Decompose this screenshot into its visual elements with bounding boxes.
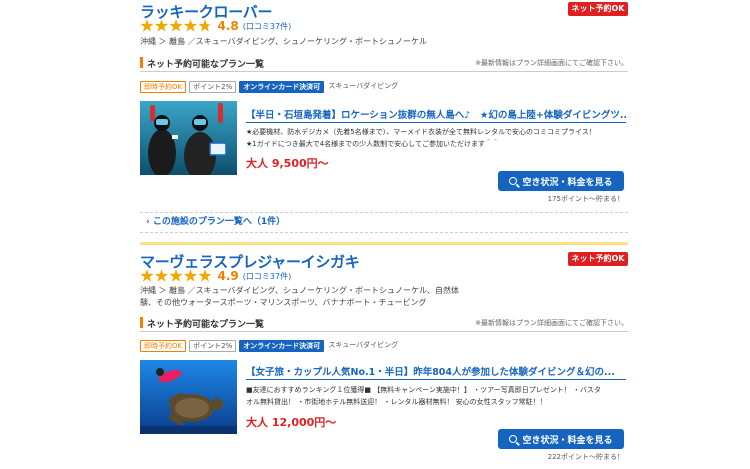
plan-description: ★必要機材、防水デジカメ（先着5名様まで）、マーメイド衣装が全て無料レンタルで安…	[246, 126, 626, 150]
tag-instant-booking: 即時予約OK	[140, 339, 187, 352]
plan-photo[interactable]	[140, 101, 237, 175]
plan-title-link[interactable]: 【女子旅・カップル人気No.1・半日】昨年804人が参加した体験ダイビング＆幻の…	[246, 364, 626, 380]
points-earned: 175ポイント〜貯まる！	[547, 195, 624, 203]
plan-description: ■友達におすすめランキング１位獲得■ 【無料キャンペーン実施中！】 ・ツアー写真…	[246, 384, 626, 408]
star-icon	[140, 269, 154, 282]
star-icon	[198, 269, 212, 282]
points-earned: 222ポイント〜貯まる！	[547, 453, 624, 461]
facility-plan-list-link[interactable]: › この施設のプラン一覧へ（1件）	[140, 212, 628, 233]
star-icon	[154, 19, 169, 32]
search-icon	[509, 435, 518, 443]
net-booking-badge: ネット予約OK	[568, 2, 628, 16]
tag-online-payment: オンラインカード決済可	[239, 339, 325, 352]
tag-instant-booking: 即時予約OK	[140, 80, 187, 93]
star-icon	[183, 19, 198, 32]
section-note: ※最新情報はプラン詳細画面にてご確認下さい。	[475, 59, 628, 67]
tag-points: ポイント2%	[189, 339, 237, 352]
star-icon	[169, 269, 183, 282]
plan-tags: 即時予約OK ポイント2% オンラインカード決済可 スキューバダイビング	[140, 339, 404, 352]
adult-price: 大人 9,500円〜	[246, 157, 329, 170]
button-label: 空き状況・料金を見る	[522, 177, 613, 188]
rating-score: 4.9	[217, 269, 239, 283]
section-title: ネット予約可能なプラン一覧	[147, 60, 265, 70]
star-icon	[140, 19, 154, 32]
plan-list-header: ネット予約可能なプラン一覧 ※最新情報はプラン詳細画面にてご確認下さい。	[140, 314, 628, 332]
rating-score: 4.8	[217, 19, 239, 33]
section-note: ※最新情報はプラン詳細画面にてご確認下さい。	[475, 319, 628, 327]
star-icon	[198, 19, 212, 32]
tag-points: ポイント2%	[189, 80, 237, 93]
chevron-right-icon: ›	[146, 217, 150, 227]
section-accent-bar	[140, 317, 143, 328]
listing-divider	[140, 242, 628, 245]
check-availability-button[interactable]: 空き状況・料金を見る	[498, 429, 624, 449]
tag-category: スキューバダイビング	[328, 340, 399, 349]
tag-category: スキューバダイビング	[328, 81, 399, 90]
adult-price: 大人 12,000円〜	[246, 416, 337, 429]
desc-line: ★1ガイドにつき最大で4名様までの少人数制で安心してご参加いただけます＾＾	[246, 140, 499, 148]
area-categories: 沖縄 ＞ 離島 ／スキューバダイビング、シュノーケリング・ボートシュノーケル、自…	[140, 285, 480, 309]
net-booking-badge: ネット予約OK	[568, 252, 628, 266]
check-availability-button[interactable]: 空き状況・料金を見る	[498, 171, 624, 191]
review-count-link[interactable]: (口コミ37件)	[243, 21, 291, 32]
button-label: 空き状況・料金を見る	[522, 435, 613, 446]
area-line: 沖縄 ＞ 離島 ／スキューバダイビング、シュノーケリング・ボートシュノーケル、自…	[140, 286, 459, 295]
search-icon	[509, 177, 518, 185]
plan-list-header: ネット予約可能なプラン一覧 ※最新情報はプラン詳細画面にてご確認下さい。	[140, 54, 628, 72]
more-link-label[interactable]: この施設のプラン一覧へ（1件）	[153, 217, 285, 227]
section-title: ネット予約可能なプラン一覧	[147, 320, 265, 330]
area-line: 験、その他ウォータースポーツ・マリンスポーツ、バナナボート・チュービング	[140, 298, 427, 307]
plan-tags: 即時予約OK ポイント2% オンラインカード決済可 スキューバダイビング	[140, 80, 404, 93]
plan-title-link[interactable]: 【半日・石垣島発着】ロケーション抜群の無人島へ♪ ★幻の島上陸+体験ダイビングツ…	[246, 107, 626, 123]
section-accent-bar	[140, 57, 143, 68]
area-categories: 沖縄 ＞ 離島 ／スキューバダイビング、シュノーケリング・ボートシュノーケル	[140, 37, 427, 46]
tag-online-payment: オンラインカード決済可	[239, 80, 325, 93]
review-count-link[interactable]: (口コミ37件)	[243, 271, 291, 282]
star-icon	[183, 269, 198, 282]
star-icon	[154, 269, 169, 282]
desc-line: ■友達におすすめランキング１位獲得■ 【無料キャンペーン実施中！】 ・ツアー写真…	[246, 386, 601, 394]
rating-stars: 4.8 (口コミ37件)	[140, 18, 291, 34]
desc-line: ★必要機材、防水デジカメ（先着5名様まで）、マーメイド衣装が全て無料レンタルで安…	[246, 128, 596, 136]
star-icon	[169, 19, 183, 32]
rating-stars: 4.9 (口コミ37件)	[140, 268, 291, 284]
plan-photo[interactable]	[140, 360, 237, 434]
desc-line: オル無料貸出！ ・市街地ホテル無料送迎！ ・レンタル器材無料！ 安心の女性スタッ…	[246, 398, 547, 406]
